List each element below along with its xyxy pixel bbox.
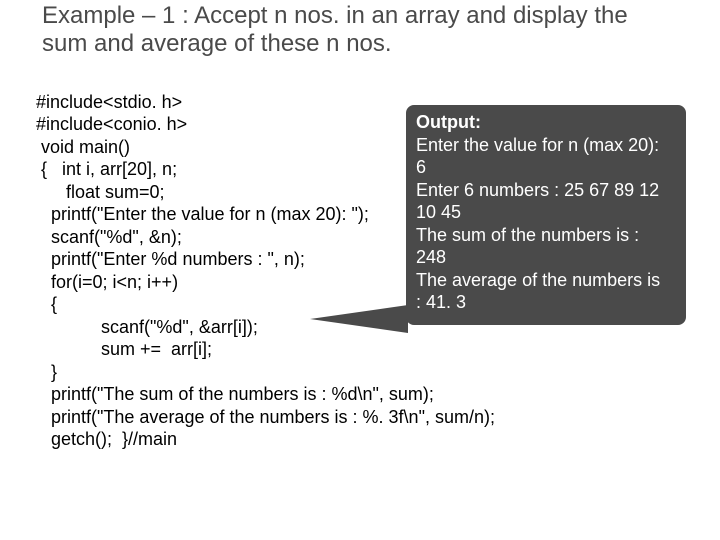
code-line: { — [36, 294, 57, 314]
output-callout: Output: Enter the value for n (max 20): … — [406, 105, 686, 325]
code-line: printf("The average of the numbers is : … — [36, 407, 495, 427]
code-line: float sum=0; — [36, 182, 165, 202]
code-line: #include<conio. h> — [36, 114, 187, 134]
code-line: for(i=0; i<n; i++) — [36, 272, 178, 292]
output-label: Output: — [416, 111, 676, 134]
output-line: The sum of the numbers is : — [416, 224, 676, 247]
code-line: sum += arr[i]; — [36, 339, 212, 359]
code-line: void main() — [36, 137, 130, 157]
slide: Example – 1 : Accept n nos. in an array … — [0, 0, 720, 540]
code-line: #include<stdio. h> — [36, 92, 182, 112]
code-line: { int i, arr[20], n; — [36, 159, 177, 179]
code-line: scanf("%d", &n); — [36, 227, 182, 247]
output-line: Enter the value for n (max 20): — [416, 134, 676, 157]
output-line: The average of the numbers is — [416, 269, 676, 292]
callout-pointer-icon — [310, 305, 408, 333]
output-line: 6 — [416, 156, 676, 179]
code-line: getch(); }//main — [36, 429, 177, 449]
code-line: printf("The sum of the numbers is : %d\n… — [36, 384, 434, 404]
code-line: } — [36, 362, 57, 382]
code-line: printf("Enter %d numbers : ", n); — [36, 249, 305, 269]
code-line: scanf("%d", &arr[i]); — [36, 317, 258, 337]
output-line: : 41. 3 — [416, 291, 676, 314]
slide-title: Example – 1 : Accept n nos. in an array … — [42, 2, 642, 57]
code-line: printf("Enter the value for n (max 20): … — [36, 204, 369, 224]
output-line: 248 — [416, 246, 676, 269]
output-line: Enter 6 numbers : 25 67 89 12 — [416, 179, 676, 202]
output-line: 10 45 — [416, 201, 676, 224]
